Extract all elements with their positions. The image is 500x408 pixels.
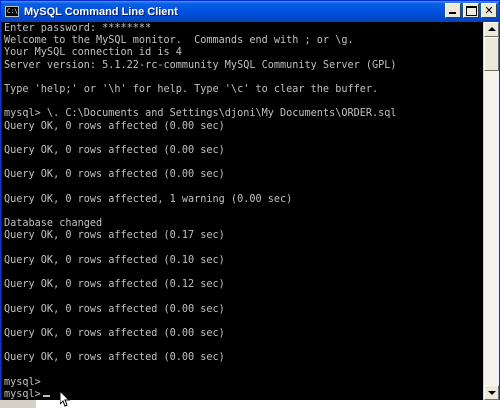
maximize-button[interactable] bbox=[463, 3, 479, 18]
console-line: Query OK, 0 rows affected, 1 warning (0.… bbox=[4, 193, 293, 205]
console-line: Welcome to the MySQL monitor. Commands e… bbox=[4, 35, 354, 47]
console-line: mysql> \. C:\Documents and Settings\djon… bbox=[4, 108, 397, 120]
minimize-button[interactable] bbox=[445, 3, 461, 18]
console-line: Query OK, 0 rows affected (0.00 sec) bbox=[4, 352, 225, 364]
window-controls: ✕ bbox=[445, 3, 497, 18]
taskbar-button-fragment[interactable] bbox=[0, 400, 36, 408]
scroll-thumb[interactable] bbox=[484, 37, 499, 71]
console-line: Database changed bbox=[4, 218, 103, 230]
console-line: mysql> bbox=[4, 389, 41, 400]
scroll-down-button[interactable] bbox=[484, 385, 499, 400]
mysql-console-window: C:\ MySQL Command Line Client ✕ Enter pa… bbox=[0, 0, 500, 400]
console-line: Query OK, 0 rows affected (0.10 sec) bbox=[4, 254, 225, 266]
window-title: MySQL Command Line Client bbox=[24, 5, 178, 18]
close-icon: ✕ bbox=[484, 4, 494, 17]
scroll-up-arrow-icon bbox=[488, 27, 496, 31]
title-bar[interactable]: C:\ MySQL Command Line Client ✕ bbox=[1, 1, 499, 22]
scroll-down-arrow-icon bbox=[488, 391, 496, 395]
mouse-pointer-icon bbox=[60, 391, 71, 407]
console-line: Query OK, 0 rows affected (0.00 sec) bbox=[4, 145, 225, 157]
text-cursor bbox=[42, 395, 50, 398]
close-button[interactable]: ✕ bbox=[481, 3, 497, 18]
taskbar-edge bbox=[0, 400, 500, 408]
console-line: Query OK, 0 rows affected (0.17 sec) bbox=[4, 230, 225, 242]
maximize-icon bbox=[464, 4, 478, 17]
console-line: Query OK, 0 rows affected (0.00 sec) bbox=[4, 169, 225, 181]
console-line: Query OK, 0 rows affected (0.00 sec) bbox=[4, 303, 225, 315]
console-line: mysql> bbox=[4, 376, 41, 388]
console-line: Server version: 5.1.22-rc-community MySQ… bbox=[4, 59, 397, 71]
console-output-area[interactable]: Enter password: ******** Welcome to the … bbox=[2, 22, 483, 400]
minimize-icon bbox=[446, 4, 460, 17]
console-line: Enter password: ******** bbox=[4, 23, 152, 34]
console-app-icon[interactable]: C:\ bbox=[5, 6, 19, 17]
scroll-up-button[interactable] bbox=[484, 22, 499, 37]
console-line: Type 'help;' or '\h' for help. Type '\c'… bbox=[4, 84, 379, 96]
console-line: Your MySQL connection id is 4 bbox=[4, 47, 182, 59]
console-line: Query OK, 0 rows affected (0.12 sec) bbox=[4, 279, 225, 291]
console-text: Enter password: ******** Welcome to the … bbox=[4, 23, 397, 400]
vertical-scrollbar[interactable] bbox=[483, 22, 499, 400]
console-line: Query OK, 0 rows affected (0.00 sec) bbox=[4, 328, 225, 340]
console-line: Query OK, 0 rows affected (0.00 sec) bbox=[4, 120, 225, 132]
